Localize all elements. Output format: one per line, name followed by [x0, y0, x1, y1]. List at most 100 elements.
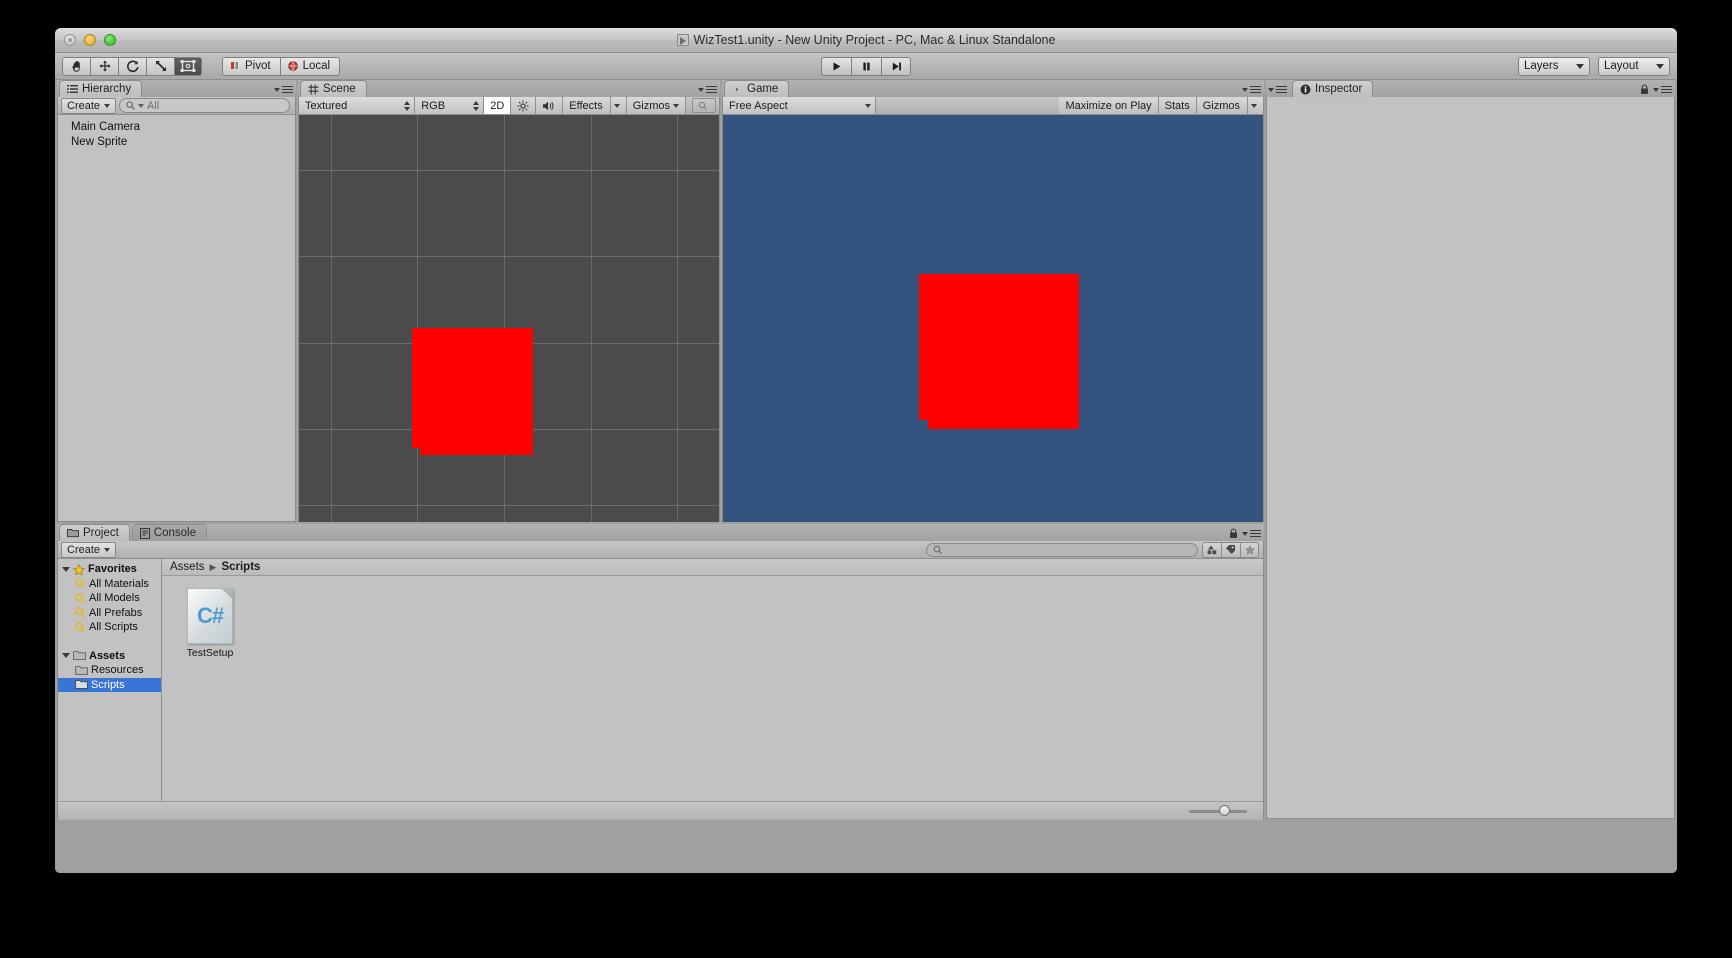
project-create-button[interactable]: Create: [61, 542, 117, 558]
scene-panel-menu[interactable]: [698, 84, 717, 95]
unity-icon: [676, 34, 689, 46]
tab-project[interactable]: Project: [59, 524, 130, 541]
tab-scene[interactable]: Scene: [300, 80, 367, 97]
scene-sprite-new-sprite[interactable]: [412, 328, 533, 448]
tab-inspector[interactable]: Inspector: [1292, 80, 1374, 97]
scene-2d-toggle[interactable]: 2D: [484, 97, 512, 114]
rotate-tool-button[interactable]: [118, 56, 146, 76]
zoom-window-button[interactable]: [104, 34, 116, 46]
chevron-down-icon[interactable]: [62, 566, 70, 572]
project-tree-scripts[interactable]: Scripts: [58, 677, 161, 692]
game-aspect-dropdown[interactable]: Free Aspect: [723, 97, 876, 114]
scene-color-mode-label: RGB: [421, 99, 446, 112]
breadcrumb-item-scripts[interactable]: Scripts: [221, 561, 260, 573]
chevron-down-icon[interactable]: [62, 653, 70, 659]
folder-icon: [67, 529, 79, 538]
project-tree-label: All Materials: [89, 577, 149, 590]
scene-lighting-toggle[interactable]: [511, 97, 537, 114]
close-window-button[interactable]: [64, 34, 76, 46]
window-titlebar: WizTest1.unity - New Unity Project - PC,…: [55, 28, 1677, 53]
scale-tool-button[interactable]: [146, 56, 174, 76]
inspector-panel-menu[interactable]: [1640, 84, 1672, 95]
project-tree-resources[interactable]: Resources: [58, 663, 161, 678]
project-panel-menu[interactable]: [1229, 528, 1261, 539]
editor-workspace: Hierarchy Create All Main Camera New Spr…: [55, 80, 1677, 873]
project-body: Create Favorites All Materials All Model…: [57, 541, 1264, 820]
game-maximize-on-play-toggle[interactable]: Maximize on Play: [1059, 97, 1159, 114]
scene-effects-dropdown[interactable]: Effects: [563, 97, 627, 114]
hand-tool-button[interactable]: [62, 56, 90, 76]
project-toolbar: Create: [58, 541, 1263, 559]
inspector-body: [1266, 97, 1675, 819]
game-stats-toggle[interactable]: Stats: [1158, 97, 1197, 114]
step-icon: [892, 62, 901, 70]
game-gizmos-dropdown[interactable]: Gizmos: [1196, 97, 1263, 114]
move-tool-button[interactable]: [90, 56, 118, 76]
scene-audio-toggle[interactable]: [536, 97, 564, 114]
scene-gizmos-dropdown[interactable]: Gizmos: [626, 97, 686, 114]
hierarchy-item-main-camera[interactable]: Main Camera: [58, 119, 295, 134]
chevron-down-icon: [104, 548, 111, 552]
inspector-tabstrip: Inspector: [1266, 80, 1675, 97]
type-filter-icon[interactable]: [1202, 541, 1221, 558]
speaker-icon: [543, 101, 554, 110]
minimize-window-button[interactable]: [84, 34, 96, 46]
hierarchy-create-button[interactable]: Create: [61, 98, 117, 114]
game-subbar: Free Aspect Maximize on Play Stats Gizmo…: [723, 97, 1263, 115]
layout-dropdown[interactable]: Layout: [1598, 56, 1670, 76]
csharp-glyph: C#: [196, 603, 224, 628]
breadcrumb-item-assets[interactable]: Assets: [170, 561, 205, 573]
pivot-icon: [231, 62, 238, 69]
project-tree-label: Assets: [89, 649, 126, 662]
search-icon: [126, 101, 135, 110]
inspector-left-menu[interactable]: [1268, 84, 1287, 95]
pivot-toggle-button[interactable]: Pivot: [222, 56, 280, 76]
layers-dropdown[interactable]: Layers: [1518, 56, 1590, 76]
console-icon: [139, 527, 150, 539]
step-button[interactable]: [881, 56, 911, 76]
scene-sprite-notch: [420, 448, 533, 455]
tab-hierarchy[interactable]: Hierarchy: [59, 80, 143, 97]
favorite-filter-icon[interactable]: [1240, 541, 1259, 558]
search-icon: [75, 607, 86, 618]
scene-search-area: [686, 97, 719, 114]
scene-viewport[interactable]: [299, 115, 719, 522]
hierarchy-panel-menu[interactable]: [274, 84, 293, 95]
hierarchy-item-new-sprite[interactable]: New Sprite: [58, 134, 295, 149]
scene-grid-icon: [308, 84, 319, 94]
tab-console[interactable]: Console: [131, 524, 207, 541]
game-aspect-label: Free Aspect: [729, 99, 788, 112]
asset-item-testsetup[interactable]: C# TestSetup: [180, 588, 240, 659]
hierarchy-search-input[interactable]: All: [119, 98, 290, 113]
chevron-down-icon: [274, 87, 280, 92]
search-icon: [75, 578, 86, 589]
play-button[interactable]: [821, 56, 851, 76]
hierarchy-item-label: New Sprite: [71, 135, 128, 148]
rect-tool-button[interactable]: [174, 56, 202, 76]
scene-draw-mode-dropdown[interactable]: Textured: [299, 97, 416, 114]
project-search-input[interactable]: [926, 542, 1198, 557]
project-tree-all-models[interactable]: All Models: [58, 591, 161, 606]
asset-zoom-slider[interactable]: [1189, 805, 1247, 817]
hierarchy-icon: [67, 85, 78, 93]
scene-2d-label: 2D: [490, 99, 505, 112]
pivot-label: Pivot: [245, 60, 271, 72]
pause-icon: [863, 62, 870, 70]
tab-game[interactable]: Game: [724, 80, 790, 97]
scene-color-mode-dropdown[interactable]: RGB: [415, 97, 485, 114]
project-tree-all-prefabs[interactable]: All Prefabs: [58, 606, 161, 621]
game-sprite-notch: [928, 420, 1079, 429]
menu-icon: [1250, 84, 1261, 95]
project-tree-all-scripts[interactable]: All Scripts: [58, 620, 161, 635]
project-tree-assets[interactable]: Assets: [58, 649, 161, 664]
label-filter-icon[interactable]: [1221, 541, 1240, 558]
project-tree-favorites[interactable]: Favorites: [58, 562, 161, 577]
project-tree-all-materials[interactable]: All Materials: [58, 577, 161, 592]
pause-button[interactable]: [851, 56, 881, 76]
game-panel-menu[interactable]: [1242, 84, 1261, 95]
project-content-pane: Assets ▶ Scripts C# TestSetup: [162, 559, 1263, 801]
game-viewport[interactable]: [723, 115, 1263, 522]
slider-knob[interactable]: [1219, 805, 1230, 816]
local-toggle-button[interactable]: Local: [279, 56, 341, 76]
scene-search-input[interactable]: [692, 98, 716, 113]
